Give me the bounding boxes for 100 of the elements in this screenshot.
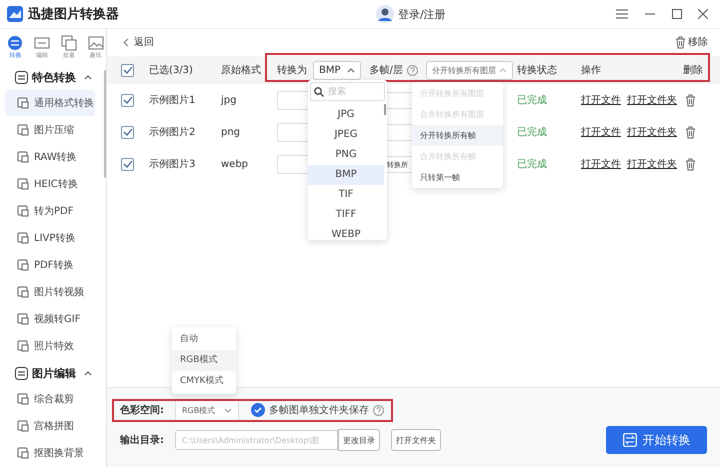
open-folder-link[interactable]: 打开文件夹 — [627, 93, 677, 107]
open-folder-link[interactable]: 打开文件夹 — [627, 157, 677, 171]
avatar-icon — [376, 5, 394, 23]
sidebar-item[interactable]: 视频转GIF — [5, 306, 95, 332]
open-folder-button[interactable]: 打开文件夹 — [391, 429, 441, 451]
menu-option[interactable]: CMYK模式 — [172, 371, 236, 392]
menu-option[interactable]: 分开转换所有帧 — [412, 125, 503, 146]
close-icon[interactable] — [698, 9, 708, 19]
caret-icon — [346, 68, 355, 72]
search-field[interactable]: 搜索 — [310, 82, 385, 101]
file-name: 示例图片1 — [149, 94, 196, 107]
mode-icon — [34, 35, 50, 51]
status-text: 已完成 — [517, 94, 548, 107]
trash-icon[interactable] — [685, 126, 696, 138]
field-label: 色彩空间: — [118, 404, 165, 417]
check-icon — [122, 96, 132, 104]
menu-option[interactable]: WEBP — [308, 225, 384, 240]
logo-icon — [7, 6, 23, 22]
checkbox[interactable] — [251, 403, 265, 417]
change-directory-button[interactable]: 更改目录 — [338, 429, 380, 451]
sidebar-item[interactable]: 转为PDF — [5, 198, 95, 224]
menu-option[interactable]: 只转第一帧 — [412, 167, 503, 188]
check-icon — [122, 160, 132, 168]
sidebar-item[interactable]: HEIC转换 — [5, 171, 95, 197]
sidebar-item[interactable]: PDF转换 — [5, 252, 95, 278]
section-header[interactable]: 图片编辑 — [5, 360, 106, 386]
menu-option[interactable]: PNG — [308, 145, 384, 165]
open-file-link[interactable]: 打开文件 — [581, 93, 621, 107]
sidebar-item[interactable]: 通用格式转换 — [5, 90, 95, 116]
item-icon — [17, 420, 29, 432]
item-icon — [17, 97, 29, 109]
maximize-icon[interactable] — [672, 9, 682, 19]
menu-option[interactable]: TIF — [308, 185, 384, 205]
convert-icon — [622, 433, 636, 447]
back-link[interactable]: 返回 — [123, 35, 154, 49]
scrollbar[interactable] — [384, 104, 386, 115]
menu-option[interactable]: TIFF — [308, 205, 384, 225]
item-icon — [17, 393, 29, 405]
trash-icon[interactable] — [685, 158, 696, 170]
check-icon — [254, 407, 262, 413]
check-icon — [122, 128, 132, 136]
column-header: 原始格式 — [221, 64, 262, 77]
item-icon — [17, 232, 29, 244]
column-header: 操作 — [581, 64, 602, 77]
open-folder-link[interactable]: 打开文件夹 — [627, 125, 677, 139]
trash-icon[interactable] — [675, 36, 686, 48]
trash-icon[interactable] — [685, 94, 696, 106]
column-header: 转换为 — [277, 64, 307, 77]
scrollbar[interactable] — [104, 70, 106, 178]
sidebar-item[interactable]: 照片特效 — [5, 333, 95, 359]
checkbox[interactable] — [121, 126, 134, 138]
menu-option[interactable]: JPEG — [308, 125, 384, 145]
help-icon — [373, 404, 384, 416]
item-icon — [17, 205, 29, 217]
item-icon — [17, 447, 29, 459]
section-header[interactable]: 特色转换 — [5, 64, 106, 90]
login-link[interactable]: 登录/注册 — [398, 6, 446, 22]
help-icon — [406, 64, 418, 76]
item-icon — [17, 286, 29, 298]
table-cell-text: png — [221, 126, 242, 138]
window-title: 迅捷图片转换器 — [28, 6, 119, 23]
menu-icon[interactable] — [616, 9, 628, 19]
column-header: 已选(3/3) — [149, 64, 194, 77]
sidebar-item[interactable]: 图片压缩 — [5, 117, 95, 143]
sidebar-item[interactable]: 图片转视频 — [5, 279, 95, 305]
open-file-link[interactable]: 打开文件 — [581, 157, 621, 171]
sidebar-item[interactable]: RAW转换 — [5, 144, 95, 170]
sidebar-item[interactable]: LIVP转换 — [5, 225, 95, 251]
menu-option[interactable]: RGB模式 — [172, 350, 236, 371]
checkbox-label: 多帧图单独文件夹保存 — [269, 404, 369, 417]
section-icon — [15, 366, 28, 380]
check-icon — [122, 66, 132, 74]
menu-option[interactable]: 自动 — [172, 329, 236, 350]
menu-option[interactable]: BMP — [308, 165, 384, 185]
remove-button[interactable]: 移除 — [675, 35, 708, 49]
search-icon — [314, 87, 324, 97]
checkbox[interactable] — [121, 94, 134, 106]
sidebar-item[interactable]: 抠图换背景 — [5, 440, 95, 466]
item-icon — [17, 340, 29, 352]
chevron-icon — [123, 38, 129, 46]
status-text: 已完成 — [517, 126, 548, 139]
status-text: 已完成 — [517, 158, 548, 171]
sidebar-item[interactable]: 综合裁剪 — [5, 386, 95, 412]
open-file-link[interactable]: 打开文件 — [581, 125, 621, 139]
section-icon — [15, 70, 28, 84]
checkbox[interactable] — [121, 158, 134, 170]
format-select[interactable]: BMP — [313, 60, 361, 80]
file-name: 示例图片2 — [149, 126, 196, 139]
mode-icon — [88, 35, 104, 51]
frame-select[interactable]: 分开转换所有图层 — [426, 60, 513, 80]
item-icon — [17, 124, 29, 136]
table-cell-text: jpg — [221, 94, 238, 106]
caret-icon — [498, 68, 507, 72]
sidebar-item[interactable]: 宫格拼图 — [5, 413, 95, 439]
start-button[interactable]: 开始转换 — [606, 426, 707, 454]
caret-icon — [224, 408, 232, 412]
column-header: 转换状态 — [517, 64, 558, 77]
checkbox[interactable] — [121, 64, 134, 76]
item-icon — [17, 151, 29, 163]
menu-option[interactable]: JPG — [308, 105, 384, 125]
